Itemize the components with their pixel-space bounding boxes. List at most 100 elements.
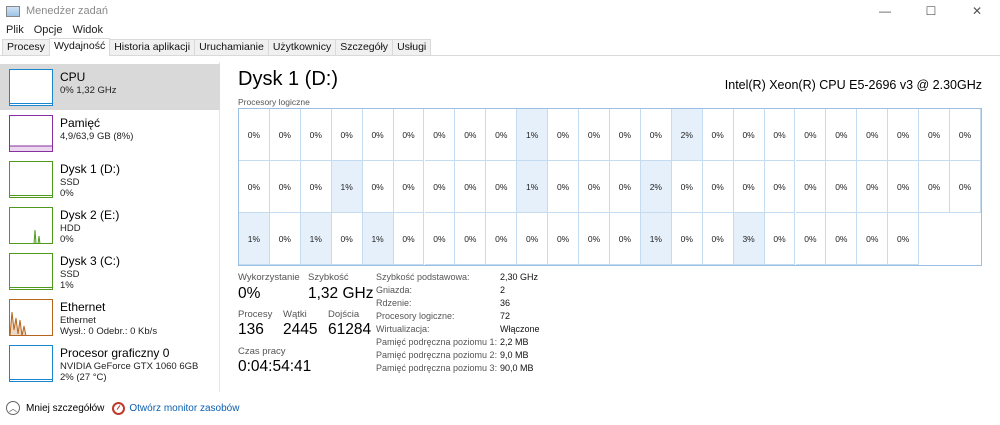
page-title: Dysk 1 (D:) [238,68,338,90]
tab-6[interactable]: Usługi [392,39,432,55]
resource-monitor-icon[interactable] [112,401,126,415]
info-label: Procesory logiczne: [376,311,455,321]
logical-processor-cell: 0% [239,109,270,161]
logical-processor-cell: 0% [733,109,765,161]
tab-5[interactable]: Szczegóły [335,39,394,55]
logical-processor-cell: 0% [424,213,456,265]
sidebar-graph-thumbnail [9,69,53,106]
sidebar-item-value: 2% (27 °C) [60,372,107,383]
logical-processor-cell: 0% [269,109,301,161]
sidebar-item-subtitle: HDD [60,223,81,234]
tab-0[interactable]: Procesy [2,39,50,55]
task-manager-icon [6,5,20,17]
logical-processor-cell: 2% [671,109,703,161]
sidebar-item-value: 0% [60,188,74,199]
window-controls: — ☐ ✕ [862,0,1000,22]
sidebar-item-title: Pamięć [60,116,101,130]
logical-processor-cell: 0% [486,213,518,265]
menu-item-plik[interactable]: Plik [6,24,24,36]
logical-processor-cell: 0% [362,109,394,161]
sidebar-item-subtitle: Ethernet [60,315,96,326]
sidebar-item-2[interactable]: Dysk 1 (D:) SSD 0% [0,156,220,202]
logical-processor-cell: 0% [888,109,920,161]
sidebar-item-title: Procesor graficzny 0 [60,346,170,360]
info-value: 2,2 MB [500,337,529,347]
logical-processor-cell: 0% [548,161,580,213]
sidebar-item-title: CPU [60,70,86,84]
bottom-bar: ︿ Mniej szczegółów Otwórz monitor zasobó… [0,396,1000,420]
info-label: Pamięć podręczna poziomu 2: [376,350,498,360]
close-button[interactable]: ✕ [954,0,1000,22]
sidebar-graph-thumbnail [9,207,53,244]
logical-processor-cell: 2% [640,161,672,213]
info-label: Rdzenie: [376,298,412,308]
logical-processor-cell: 0% [548,213,580,265]
logical-processor-cell: 0% [269,161,301,213]
logical-processor-cell: 0% [888,213,920,265]
speed-value: 1,32 GHz [308,285,374,302]
logical-processor-cell: 0% [393,109,425,161]
speed-label: Szybkość [308,272,349,283]
logical-processor-cell: 0% [826,161,858,213]
open-resource-monitor-link[interactable]: Otwórz monitor zasobów [129,403,239,414]
logical-processor-cell: 0% [362,161,394,213]
sidebar-item-title: Dysk 3 (C:) [60,254,120,268]
info-value: 72 [500,311,511,321]
fewer-details-link[interactable]: Mniej szczegółów [26,403,104,414]
logical-processor-cell: 0% [671,161,703,213]
logical-processor-cell: 0% [424,109,456,161]
processes-value: 136 [238,321,264,338]
cpu-model-name: Intel(R) Xeon(R) CPU E5-2696 v3 @ 2.30GH… [724,78,982,92]
sidebar-item-subtitle: SSD [60,177,80,188]
logical-processor-cell: 0% [857,161,889,213]
logical-processor-grid: 0% 0% 0% 0% 0% 0% 0% 0% 0% 1% 0% 0% 0% 0% 2% 0% 0% 0% 0% 0%… [238,108,982,266]
sidebar-item-6[interactable]: Procesor graficzny 0 NVIDIA GeForce GTX 1… [0,340,220,386]
sidebar-graph-thumbnail [9,345,53,382]
logical-processor-cell: 0% [579,109,610,161]
logical-processor-cell: 0% [610,213,641,265]
logical-processor-cell: 0% [455,161,487,213]
sidebar-item-3[interactable]: Dysk 2 (E:) HDD 0% [0,202,220,248]
sidebar-graph-thumbnail [9,299,53,336]
logical-processor-cell: 0% [331,213,363,265]
logical-processor-cell: 0% [393,213,425,265]
logical-processor-cell: 1% [640,213,672,265]
logical-processor-cell: 0% [640,109,672,161]
logical-processor-cell: 0% [424,161,456,213]
logical-processor-cell: 1% [362,213,394,265]
logical-processor-cell: 0% [517,213,549,265]
logical-processor-cell: 0% [455,213,487,265]
sidebar-item-1[interactable]: Pamięć 4,9/63,9 GB (8%) [0,110,220,156]
title-bar: Menedżer zadań — ☐ ✕ [0,0,1000,22]
sidebar-item-5[interactable]: Ethernet Ethernet Wysł.: 0 Odebr.: 0 Kb/s [0,294,220,340]
info-label: Wirtualizacja: [376,324,430,334]
chevron-up-icon[interactable]: ︿ [6,401,20,415]
logical-processor-cell: 0% [826,213,858,265]
menu-item-opcje[interactable]: Opcje [34,24,63,36]
sidebar-graph-thumbnail [9,161,53,198]
minimize-button[interactable]: — [862,0,908,22]
tab-2[interactable]: Historia aplikacji [109,39,196,55]
sidebar-item-0[interactable]: CPU 0% 1,32 GHz [0,64,220,110]
info-value: 2,30 GHz [500,272,539,282]
info-value: 36 [500,298,511,308]
logical-processor-cell: 0% [610,109,641,161]
logical-processor-cell: 0% [950,161,981,213]
info-value: Włączone [500,324,540,334]
logical-processor-cell: 0% [300,109,332,161]
tab-1[interactable]: Wydajność [48,38,111,56]
logical-processor-cell: 0% [764,161,796,213]
sidebar-item-subtitle: SSD [60,269,80,280]
sidebar-item-subtitle: 4,9/63,9 GB (8%) [60,131,134,142]
info-label: Pamięć podręczna poziomu 1: [376,337,498,347]
logical-processor-cell: 0% [579,161,610,213]
logical-processor-cell: 0% [300,161,332,213]
maximize-button[interactable]: ☐ [908,0,954,22]
tab-3[interactable]: Uruchamianie [194,39,269,55]
logical-processor-cell: 0% [610,161,641,213]
logical-processor-cell: 0% [764,109,796,161]
logical-processor-cell: 0% [579,213,610,265]
tab-4[interactable]: Użytkownicy [267,39,337,55]
menu-item-widok[interactable]: Widok [72,24,103,36]
sidebar-item-4[interactable]: Dysk 3 (C:) SSD 1% [0,248,220,294]
